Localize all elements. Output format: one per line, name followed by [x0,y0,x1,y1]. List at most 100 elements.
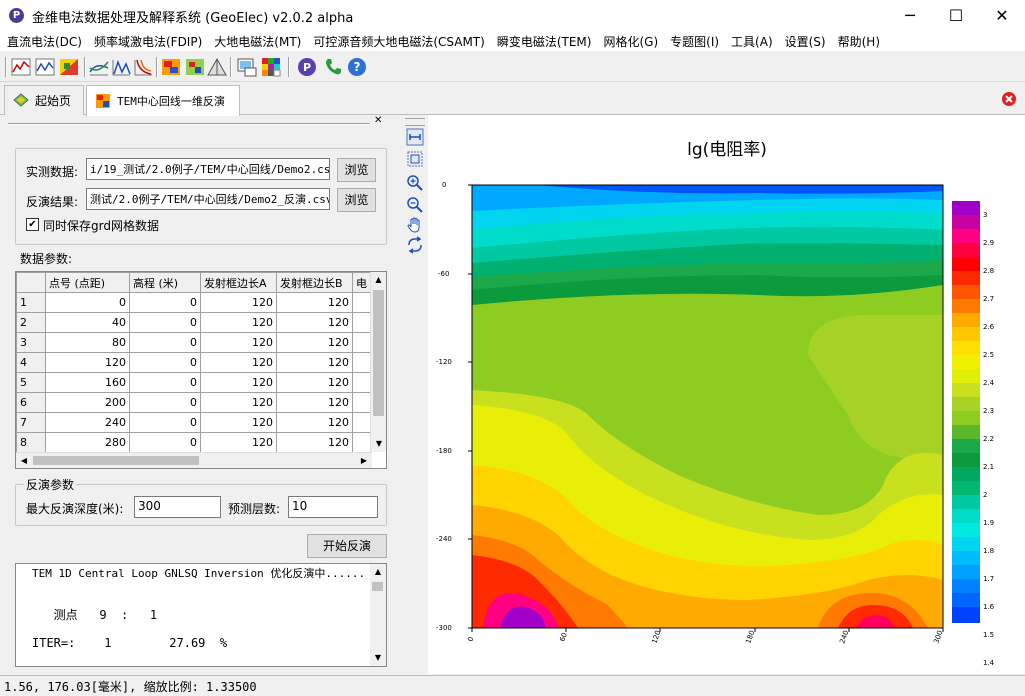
save-grd-checkbox[interactable]: ✔ [26,218,39,231]
column-header[interactable]: 点号 (点距) [45,272,130,293]
close-tab-icon[interactable] [1001,91,1017,107]
menu-settings[interactable]: 设置(S) [778,31,831,51]
table-row[interactable]: 2 40 0 120 120 [16,312,371,333]
inversion-settings-panel: ✕ 实测数据: i/19_测试/2.0例子/TEM/中心回线/Demo2.csv… [4,115,398,674]
column-header[interactable]: 发射框边长A [200,272,277,293]
scroll-right-icon[interactable]: ▶ [356,453,372,468]
scroll-up-icon[interactable]: ▲ [370,564,386,580]
toolbar-separator [156,57,158,77]
colorbar-label: 1.5 [983,631,994,639]
fit-width-icon[interactable] [406,128,424,146]
mt-curves-icon[interactable] [88,56,110,78]
table-row[interactable]: 8 280 0 120 120 [16,432,371,453]
color-palette-icon[interactable] [260,56,282,78]
resistivity-section-plot[interactable]: lg(电阻率) 0 -60 -120 -180 -240 -300 0 60 1… [428,115,1025,674]
pseudo-section-icon[interactable] [184,56,206,78]
zoom-out-icon[interactable] [406,196,424,214]
export-image-icon[interactable] [236,56,258,78]
menu-fdip[interactable]: 频率域激电法(FDIP) [87,31,207,51]
plot-tool-strip [403,118,427,674]
triangle-grid-icon[interactable] [206,56,228,78]
menu-csamt[interactable]: 可控源音频大地电磁法(CSAMT) [306,31,489,51]
geoelec-logo-icon[interactable]: P [296,56,318,78]
phone-contact-icon[interactable] [322,56,344,78]
colorbar-label: 3 [983,211,987,219]
data-params-grid[interactable]: 点号 (点距) 高程 (米) 发射框边长A 发射框边长B 电 1 0 0 120 120… [15,271,387,469]
table-row[interactable]: 6 200 0 120 120 [16,392,371,413]
fit-page-icon[interactable] [406,150,424,168]
table-row[interactable]: 3 80 0 120 120 [16,332,371,353]
tab-start-page[interactable]: 起始页 [4,85,84,115]
csamt-curves-icon[interactable] [110,56,132,78]
inversion-params-title: 反演参数 [24,476,77,493]
scroll-up-icon[interactable]: ▲ [371,272,386,288]
title-bar: P 金维电法数据处理及解释系统 (GeoElec) v2.0.2 alpha ─… [0,0,1025,31]
column-header[interactable]: 高程 (米) [129,272,201,293]
ip-curve-icon[interactable] [34,56,56,78]
column-header[interactable]: 发射框边长B [276,272,353,293]
colorbar-label: 2.1 [983,463,994,471]
save-grd-label: 同时保存grd网格数据 [43,219,159,233]
scroll-left-icon[interactable]: ◀ [16,453,32,468]
help-icon[interactable]: ? [346,56,368,78]
browse-result-button[interactable]: 浏览 [337,188,376,212]
x-tick-label: 0 [466,636,475,643]
menu-dc[interactable]: 直流电法(DC) [0,31,87,51]
scroll-down-icon[interactable]: ▼ [371,436,386,452]
inversion-result-label: 反演结果: [26,195,79,209]
refresh-icon[interactable] [406,236,424,254]
x-tick-label: 120 [650,629,662,644]
dc-curve-icon[interactable] [10,56,32,78]
toolbar-separator [230,57,232,77]
tab-tem-central-loop-inversion[interactable]: TEM中心回线一维反演 [86,85,240,116]
log-scrollbar[interactable]: ▲ ▼ [370,564,386,666]
colorbar-label: 1.8 [983,547,994,555]
contour-map: lg(电阻率) 0 -60 -120 -180 -240 -300 0 60 1… [436,140,995,667]
layers-label: 预测层数: [228,502,281,516]
scrollbar-thumb[interactable] [33,456,199,465]
contour-map-icon[interactable] [58,56,80,78]
table-row[interactable]: 1 0 0 120 120 [16,292,371,313]
menu-tem[interactable]: 瞬变电磁法(TEM) [490,31,597,51]
maximize-button[interactable]: ☐ [933,0,979,31]
menu-tools[interactable]: 工具(A) [724,31,778,51]
menu-mt[interactable]: 大地电磁法(MT) [207,31,306,51]
menu-help[interactable]: 帮助(H) [831,31,885,51]
toolbar-separator [84,57,86,77]
y-axis: 0 -60 -120 -180 -240 -300 [436,181,472,632]
close-window-button[interactable]: ✕ [979,0,1025,31]
scrollbar-thumb[interactable] [372,582,383,591]
measured-data-path-field[interactable]: i/19_测试/2.0例子/TEM/中心回线/Demo2.csv [86,158,330,180]
panel-close-icon[interactable]: ✕ [374,115,382,126]
zoom-in-icon[interactable] [406,174,424,192]
grid-horizontal-scrollbar[interactable]: ◀ ▶ [16,452,372,468]
layers-input[interactable]: 10 [288,496,378,518]
colorbar-label: 1.6 [983,603,995,611]
colorbar-label: 2.2 [983,435,994,443]
table-row[interactable]: 5 160 0 120 120 [16,372,371,393]
pan-hand-icon[interactable] [406,216,424,234]
menu-grid[interactable]: 网格化(G) [596,31,663,51]
log-line: 测点 9 : 1 [32,608,158,622]
scrollbar-thumb[interactable] [373,290,384,416]
menu-bar: 直流电法(DC) 频率域激电法(FDIP) 大地电磁法(MT) 可控源音频大地电… [0,31,1025,51]
menu-thematic-map[interactable]: 专题图(I) [663,31,724,51]
table-row[interactable]: 4 120 0 120 120 [16,352,371,373]
x-tick-label: 180 [744,629,756,644]
y-tick-label: -120 [436,358,452,366]
max-depth-input[interactable]: 300 [134,496,221,518]
section-map-icon[interactable] [160,56,182,78]
tem-decay-icon[interactable] [132,56,154,78]
colorbar-label: 2.8 [983,267,994,275]
colorbar-label: 2 [983,491,987,499]
column-header[interactable]: 电 [352,272,371,293]
inversion-log[interactable]: TEM 1D Central Loop GNLSQ Inversion 优化反演… [15,563,387,667]
scroll-down-icon[interactable]: ▼ [370,650,386,666]
grid-vertical-scrollbar[interactable]: ▲ ▼ [370,272,386,452]
start-inversion-button[interactable]: 开始反演 [307,534,387,558]
colorbar-label: 2.5 [983,351,994,359]
minimize-button[interactable]: ─ [887,0,933,31]
browse-measured-button[interactable]: 浏览 [337,158,376,182]
table-row[interactable]: 7 240 0 120 120 [16,412,371,433]
inversion-result-path-field[interactable]: 测试/2.0例子/TEM/中心回线/Demo2_反演.csv [86,188,330,210]
